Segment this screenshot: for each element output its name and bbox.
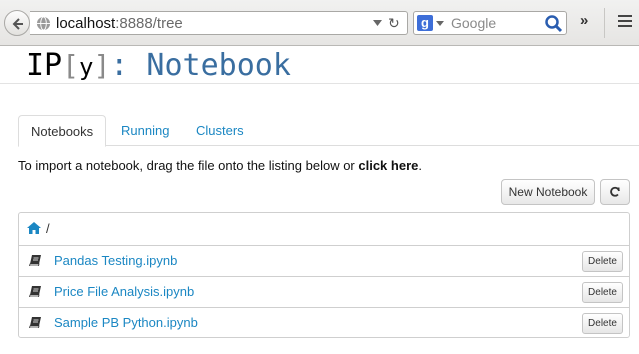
back-arrow-icon [12, 18, 23, 30]
back-button[interactable] [4, 10, 30, 36]
breadcrumb-path: / [46, 221, 50, 236]
notebook-icon [29, 317, 41, 328]
breadcrumb-row: / [19, 213, 629, 245]
new-notebook-button[interactable]: New Notebook [501, 179, 595, 205]
ipython-logo[interactable]: IP[y]: Notebook [26, 48, 291, 83]
reload-icon[interactable]: ↻ [388, 15, 400, 32]
url-bar[interactable]: localhost:8888/tree ↻ [30, 11, 408, 35]
url-history-dropdown-icon[interactable] [373, 20, 382, 27]
url-text[interactable]: localhost:8888/tree [56, 15, 183, 32]
notebook-list: / Pandas Testing.ipynb Delete Price File… [18, 212, 630, 338]
magnifier-icon[interactable] [544, 14, 564, 34]
import-instructions: To import a notebook, drag the file onto… [18, 158, 422, 173]
search-box[interactable]: g Google [413, 11, 567, 35]
list-item: Price File Analysis.ipynb Delete [19, 276, 629, 307]
tab-notebooks[interactable]: Notebooks [18, 115, 107, 147]
tab-running[interactable]: Running [109, 115, 181, 146]
search-engine-dropdown-icon[interactable] [436, 21, 444, 27]
google-search-engine-icon[interactable]: g [417, 15, 433, 31]
url-host: localhost [56, 15, 116, 32]
logo-bracket-close: ] [93, 49, 111, 82]
refresh-icon [610, 186, 620, 197]
logo-y: y [78, 53, 94, 81]
notebook-link[interactable]: Sample PB Python.ipynb [54, 315, 198, 330]
notebook-link[interactable]: Pandas Testing.ipynb [54, 253, 177, 268]
notebook-icon [29, 286, 41, 297]
hamburger-menu-icon[interactable] [618, 15, 632, 30]
logo-colon: : [110, 48, 129, 83]
url-path: :8888/tree [115, 15, 183, 32]
tab-clusters[interactable]: Clusters [184, 115, 256, 146]
refresh-button[interactable] [600, 179, 630, 205]
list-item: Pandas Testing.ipynb Delete [19, 245, 629, 276]
tab-bar: Notebooks Running Clusters [18, 115, 639, 147]
instructions-end: . [418, 158, 422, 173]
delete-button[interactable]: Delete [582, 313, 623, 334]
logo-notebook-text: Notebook [146, 48, 291, 83]
delete-button[interactable]: Delete [582, 282, 623, 303]
overflow-chevron-icon[interactable]: » [580, 12, 588, 29]
browser-toolbar: localhost:8888/tree ↻ g Google » [0, 0, 639, 46]
toolbar-divider [604, 8, 605, 38]
globe-icon [36, 16, 51, 31]
logo-bracket-open: [ [62, 49, 79, 82]
instructions-text: To import a notebook, drag the file onto… [18, 158, 359, 173]
search-placeholder: Google [451, 15, 497, 31]
home-icon[interactable] [27, 222, 41, 234]
list-item: Sample PB Python.ipynb Delete [19, 307, 629, 338]
ipython-header: IP[y]: Notebook [0, 46, 639, 84]
notebook-link[interactable]: Price File Analysis.ipynb [54, 284, 194, 299]
delete-button[interactable]: Delete [582, 251, 623, 272]
logo-ip: IP [26, 48, 63, 83]
click-here-link[interactable]: click here [358, 158, 418, 173]
notebook-icon [29, 255, 41, 266]
